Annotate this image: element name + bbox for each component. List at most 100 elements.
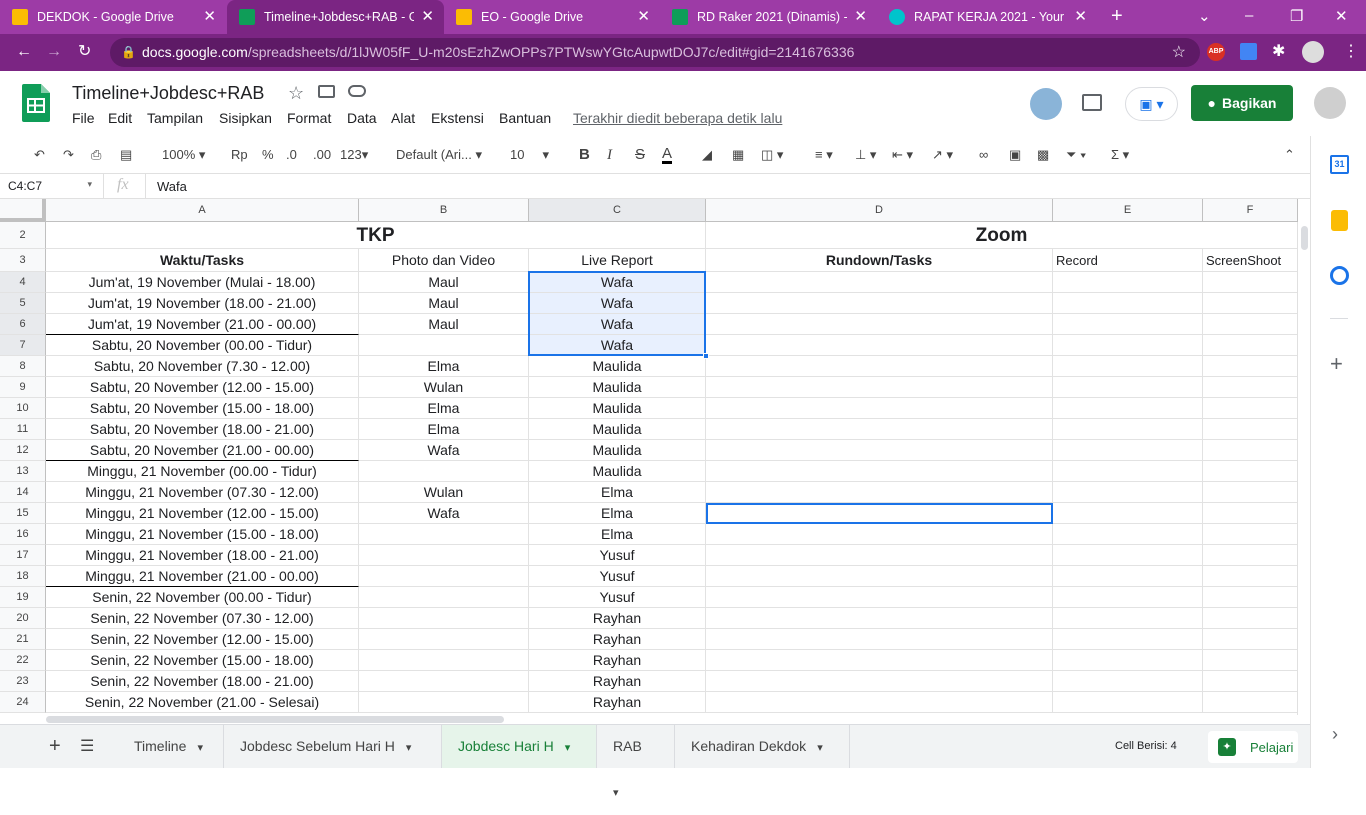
zoom-select[interactable]: 100% ▾	[162, 146, 205, 164]
sheet-tab-menu-icon[interactable]: ▾	[194, 742, 203, 754]
currency-format-button[interactable]: Rp	[231, 146, 248, 164]
print-icon[interactable]: ⎙	[91, 146, 101, 164]
record-cell[interactable]	[1053, 419, 1203, 440]
record-cell[interactable]	[1053, 461, 1203, 482]
header-cell[interactable]: ScreenShoot	[1203, 249, 1298, 272]
font-size-select[interactable]: 10 ▾	[510, 146, 560, 164]
add-sheet-icon[interactable]: +	[49, 735, 61, 758]
time-cell[interactable]: Sabtu, 20 November (21.00 - 00.00)	[46, 440, 359, 461]
time-cell[interactable]: Senin, 22 November (18.00 - 21.00)	[46, 671, 359, 692]
extensions-icon[interactable]: ✱	[1272, 43, 1285, 61]
time-cell[interactable]: Jum'at, 19 November (21.00 - 00.00)	[46, 314, 359, 335]
insert-comment-icon[interactable]: ▣	[1009, 146, 1021, 164]
rundown-cell[interactable]	[706, 377, 1053, 398]
record-cell[interactable]	[1053, 440, 1203, 461]
calendar-icon[interactable]: 31	[1330, 155, 1349, 174]
rundown-cell[interactable]	[706, 482, 1053, 503]
photo-video-cell[interactable]: Maul	[359, 272, 529, 293]
rundown-cell[interactable]	[706, 440, 1053, 461]
menu-item[interactable]: Edit	[108, 110, 132, 126]
live-report-cell[interactable]: Rayhan	[529, 692, 706, 713]
header-cell[interactable]: Live Report	[529, 249, 706, 272]
profile-avatar[interactable]	[1302, 41, 1324, 63]
percent-format-button[interactable]: %	[262, 146, 274, 164]
merge-cells-icon[interactable]: ◫ ▾	[761, 146, 783, 164]
sheet-tab[interactable]: Timeline ▾	[118, 725, 224, 768]
sheet-tab-menu-icon[interactable]: ▾	[613, 787, 619, 799]
photo-video-cell[interactable]: Wafa	[359, 503, 529, 524]
column-header[interactable]: F	[1203, 199, 1298, 222]
sheet-tab[interactable]: RAB ▾	[597, 725, 675, 799]
header-cell[interactable]: Photo dan Video	[359, 249, 529, 272]
header-cell[interactable]: Waktu/Tasks	[46, 249, 359, 272]
decrease-decimal-button[interactable]: .0	[286, 146, 297, 164]
rundown-cell[interactable]	[706, 650, 1053, 671]
photo-video-cell[interactable]	[359, 566, 529, 587]
menu-item[interactable]: File	[72, 110, 95, 126]
row-header[interactable]: 24	[0, 692, 46, 713]
tab-search-icon[interactable]: ⌄	[1198, 7, 1211, 25]
close-tab-icon[interactable]: ✕	[1074, 9, 1087, 25]
fill-handle[interactable]	[703, 353, 709, 359]
sheet-tab-menu-icon[interactable]: ▾	[814, 742, 823, 754]
rundown-cell[interactable]	[706, 608, 1053, 629]
sheet-tab[interactable]: Jobdesc Sebelum Hari H ▾	[224, 725, 442, 768]
live-report-cell[interactable]: Wafa	[529, 335, 706, 356]
screenshot-cell[interactable]	[1203, 629, 1298, 650]
redo-icon[interactable]: ↷	[63, 146, 74, 164]
row-header[interactable]: 23	[0, 671, 46, 692]
rundown-cell[interactable]	[706, 314, 1053, 335]
time-cell[interactable]: Sabtu, 20 November (18.00 - 21.00)	[46, 419, 359, 440]
screenshot-cell[interactable]	[1203, 377, 1298, 398]
undo-icon[interactable]: ↶	[34, 146, 45, 164]
live-report-cell[interactable]: Maulida	[529, 377, 706, 398]
time-cell[interactable]: Sabtu, 20 November (12.00 - 15.00)	[46, 377, 359, 398]
screenshot-cell[interactable]	[1203, 461, 1298, 482]
column-header[interactable]: A	[46, 199, 359, 222]
record-cell[interactable]	[1053, 671, 1203, 692]
rundown-cell[interactable]	[706, 629, 1053, 650]
screenshot-cell[interactable]	[1203, 566, 1298, 587]
row-header[interactable]: 5	[0, 293, 46, 314]
text-wrap-icon[interactable]: ⇤ ▾	[892, 146, 913, 164]
increase-decimal-button[interactable]: .00	[313, 146, 331, 164]
rundown-cell[interactable]	[706, 545, 1053, 566]
header-cell[interactable]: Rundown/Tasks	[706, 249, 1053, 272]
live-report-cell[interactable]: Yusuf	[529, 587, 706, 608]
time-cell[interactable]: Senin, 22 November (07.30 - 12.00)	[46, 608, 359, 629]
row-header[interactable]: 16	[0, 524, 46, 545]
bookmark-star-icon[interactable]: ☆	[1172, 38, 1186, 67]
live-report-cell[interactable]: Yusuf	[529, 566, 706, 587]
rundown-cell[interactable]	[706, 293, 1053, 314]
row-header[interactable]: 4	[0, 272, 46, 293]
row-header[interactable]: 7	[0, 335, 46, 356]
browser-tab[interactable]: RAPAT KERJA 2021 - Your Sto ✕	[877, 0, 1097, 34]
account-avatar[interactable]	[1314, 87, 1346, 119]
live-report-cell[interactable]: Elma	[529, 524, 706, 545]
rundown-cell[interactable]	[706, 356, 1053, 377]
live-report-cell[interactable]: Maulida	[529, 419, 706, 440]
photo-video-cell[interactable]: Wafa	[359, 440, 529, 461]
horizontal-scrollbar-thumb[interactable]	[46, 716, 504, 723]
screenshot-cell[interactable]	[1203, 524, 1298, 545]
sheet-tab[interactable]: Jobdesc Hari H ▾	[442, 725, 597, 768]
paint-format-icon[interactable]: ▤	[120, 146, 132, 164]
tasks-icon[interactable]	[1330, 266, 1349, 285]
row-header[interactable]: 3	[0, 249, 46, 272]
record-cell[interactable]	[1053, 608, 1203, 629]
move-folder-icon[interactable]	[318, 85, 335, 98]
row-header[interactable]: 10	[0, 398, 46, 419]
time-cell[interactable]: Senin, 22 November (21.00 - Selesai)	[46, 692, 359, 713]
screenshot-cell[interactable]	[1203, 671, 1298, 692]
add-addon-icon[interactable]: +	[1330, 351, 1343, 377]
browser-tab[interactable]: EO - Google Drive ✕	[444, 0, 660, 34]
live-report-cell[interactable]: Rayhan	[529, 671, 706, 692]
live-report-cell[interactable]: Elma	[529, 482, 706, 503]
live-report-cell[interactable]: Maulida	[529, 356, 706, 377]
translate-icon[interactable]	[1240, 43, 1257, 60]
photo-video-cell[interactable]: Elma	[359, 419, 529, 440]
live-report-cell[interactable]: Elma	[529, 503, 706, 524]
record-cell[interactable]	[1053, 503, 1203, 524]
rundown-cell[interactable]	[706, 461, 1053, 482]
live-report-cell[interactable]: Rayhan	[529, 650, 706, 671]
